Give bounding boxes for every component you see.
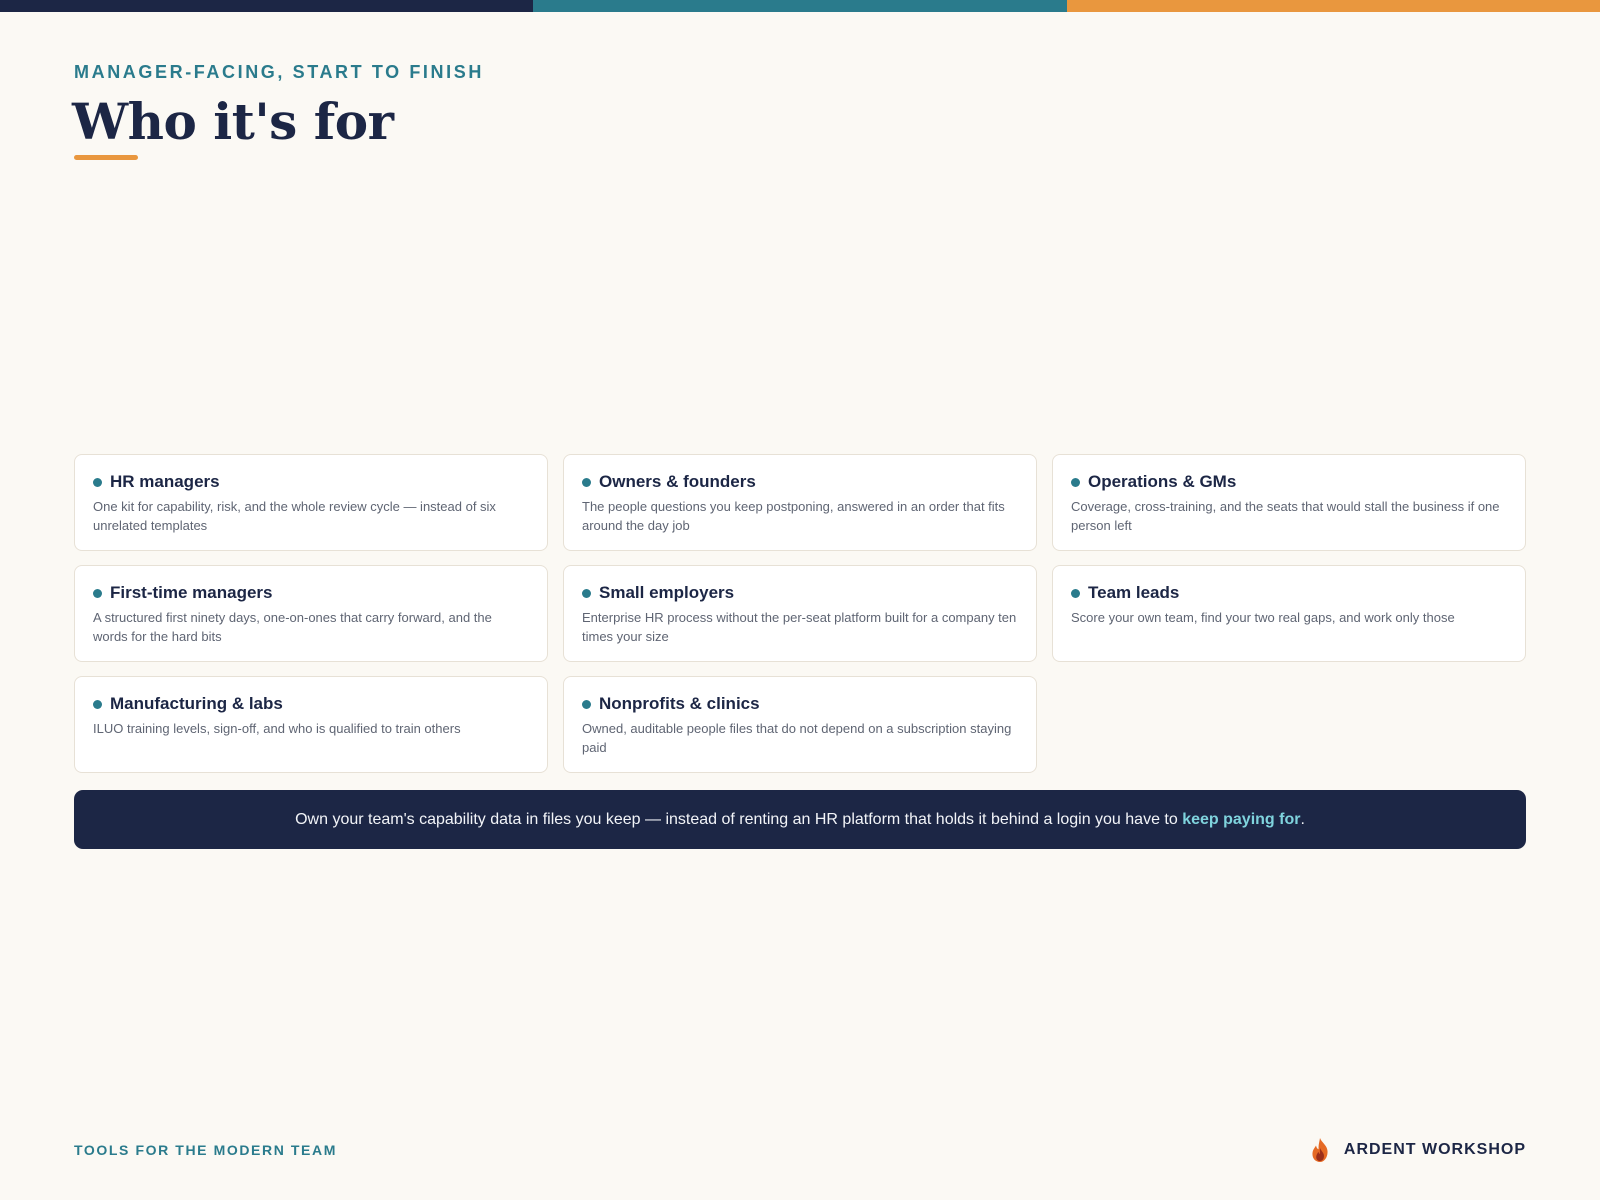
audience-card: Team leads Score your own team, find you…	[1052, 565, 1526, 662]
bullet-dot-icon	[1071, 477, 1080, 487]
audience-card-title: Nonprofits & clinics	[599, 694, 760, 713]
audience-card-title: Team leads	[1088, 583, 1180, 602]
audience-card: Operations & GMs Coverage, cross-trainin…	[1052, 454, 1526, 551]
audience-card-description: The people questions you keep postponing…	[582, 499, 1005, 533]
audience-card: Manufacturing & labs ILUO training level…	[74, 676, 548, 773]
audience-card-description: A structured first ninety days, one-on-o…	[93, 610, 492, 644]
top-accent-bar-orange	[1066, 0, 1600, 12]
audience-card-title: Small employers	[599, 583, 735, 602]
flame-icon	[1312, 1138, 1328, 1162]
audience-card-description: ILUO training levels, sign-off, and who …	[93, 721, 461, 736]
bullet-dot-icon	[582, 699, 591, 709]
audience-card: Nonprofits & clinics Owned, auditable pe…	[563, 676, 1037, 773]
banner-text: Own your team's capability data in files…	[295, 810, 1183, 828]
banner-end: .	[1300, 810, 1305, 828]
bullet-dot-icon	[1071, 588, 1080, 598]
top-accent-bar-teal	[533, 0, 1067, 12]
audience-card-title: Operations & GMs	[1088, 472, 1237, 491]
audience-card: Small employers Enterprise HR process wi…	[563, 565, 1037, 662]
bullet-dot-icon	[582, 477, 591, 487]
audience-grid: HR managers One kit for capability, risk…	[74, 454, 1526, 773]
bullet-dot-icon	[93, 588, 102, 598]
bullet-dot-icon	[93, 699, 102, 709]
top-accent-bar-navy	[0, 0, 534, 12]
footer-brand: ARDENT WORKSHOP	[1308, 1136, 1526, 1164]
audience-card-description: One kit for capability, risk, and the wh…	[93, 499, 496, 533]
page-title: Who it's for	[72, 92, 394, 151]
audience-card: HR managers One kit for capability, risk…	[74, 454, 548, 551]
audience-card: Owners & founders The people questions y…	[563, 454, 1037, 551]
banner-highlight: keep paying for	[1182, 810, 1301, 828]
audience-card-description: Owned, auditable people files that do no…	[582, 721, 1012, 755]
audience-card-title: First-time managers	[110, 583, 273, 602]
brand-name: ARDENT WORKSHOP	[1343, 1141, 1526, 1158]
audience-card-title: Owners & founders	[599, 472, 756, 491]
eyebrow-label: MANAGER-FACING, START TO FINISH	[74, 62, 484, 82]
top-accent-bar	[0, 0, 1600, 12]
title-underline	[74, 155, 138, 160]
value-banner: Own your team's capability data in files…	[74, 790, 1526, 849]
bullet-dot-icon	[582, 588, 591, 598]
audience-card-description: Score your own team, find your two real …	[1071, 610, 1455, 625]
audience-card-title: HR managers	[110, 472, 220, 491]
audience-card-description: Coverage, cross-training, and the seats …	[1071, 499, 1500, 533]
footer-tagline: TOOLS FOR THE MODERN TEAM	[74, 1142, 337, 1158]
bullet-dot-icon	[93, 477, 102, 487]
audience-card: First-time managers A structured first n…	[74, 565, 548, 662]
audience-card-description: Enterprise HR process without the per-se…	[582, 610, 1017, 644]
audience-card-title: Manufacturing & labs	[110, 694, 283, 713]
